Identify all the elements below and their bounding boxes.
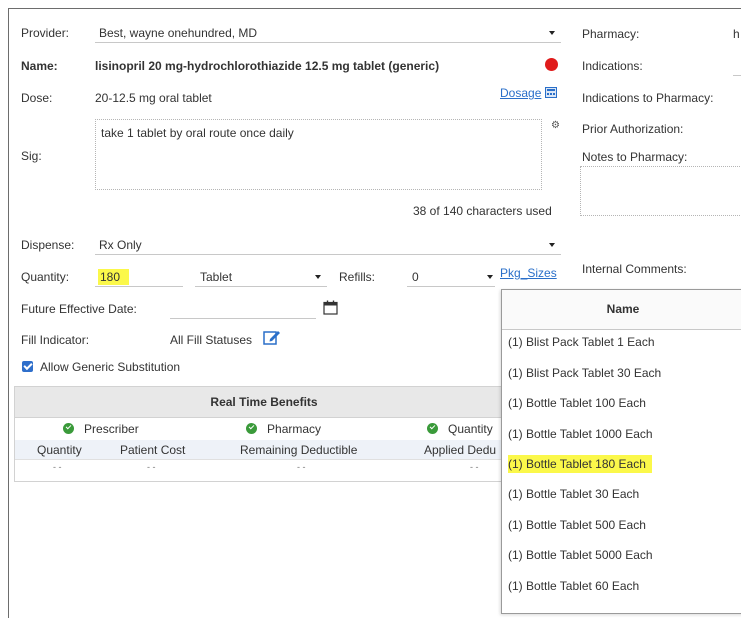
refills-value: 0	[412, 270, 419, 284]
calendar-icon[interactable]	[323, 300, 338, 318]
rtb-source-pharmacy: Pharmacy	[246, 422, 321, 436]
pkg-sizes-link[interactable]: Pkg_Sizes	[500, 266, 557, 280]
provider-dropdown[interactable]: Best, wayne onehundred, MD	[95, 22, 561, 43]
rtb-cell: - -	[53, 462, 62, 472]
rtb-col-header: Applied Dedu	[424, 443, 497, 457]
refills-label: Refills:	[339, 270, 376, 284]
unit-value: Tablet	[200, 270, 233, 284]
chevron-down-icon	[549, 243, 555, 247]
pharmacy-label: Pharmacy:	[582, 27, 640, 41]
check-circle-icon	[427, 423, 438, 434]
calendar-icon-svg	[323, 300, 338, 315]
rtb-data-row: - - - - - - - -	[15, 459, 513, 478]
rtb-col-header: Remaining Deductible	[240, 443, 358, 457]
sig-textarea[interactable]: take 1 tablet by oral route once daily	[95, 119, 542, 190]
fill-indicator-value: All Fill Statuses	[170, 333, 253, 347]
pkg-size-item[interactable]: (1) Bottle Tablet 100 Each	[508, 394, 646, 412]
provider-label: Provider:	[21, 26, 70, 40]
dose-label: Dose:	[21, 91, 53, 105]
notes-to-pharmacy-label: Notes to Pharmacy:	[582, 150, 688, 164]
rtb-cell: - -	[147, 462, 156, 472]
pkg-size-item[interactable]: (1) Bottle Tablet 5000 Each	[508, 546, 653, 564]
dispense-dropdown[interactable]: Rx Only	[95, 234, 561, 255]
dispense-label: Dispense:	[21, 238, 75, 252]
status-dot-icon	[545, 58, 558, 71]
name-label: Name:	[21, 59, 58, 73]
pkg-size-item-selected[interactable]: (1) Bottle Tablet 180 Each	[508, 455, 652, 473]
rtb-cell: - -	[297, 462, 306, 472]
chevron-down-icon	[549, 31, 555, 35]
edit-icon-svg	[263, 331, 280, 345]
unit-dropdown[interactable]: Tablet	[195, 266, 327, 287]
dosage-link-label: Dosage	[500, 86, 542, 100]
rtb-col-header: Patient Cost	[120, 443, 186, 457]
dispense-value: Rx Only	[99, 238, 142, 252]
dosage-link[interactable]: Dosage	[500, 86, 557, 100]
rtb-source-prescriber: Prescriber	[63, 422, 139, 436]
calculator-icon	[544, 87, 557, 98]
pkg-sizes-header: Name	[502, 290, 741, 330]
indications-label: Indications:	[582, 59, 643, 73]
provider-value: Best, wayne onehundred, MD	[99, 26, 258, 40]
generic-substitution-label: Allow Generic Substitution	[40, 360, 181, 374]
rtb-title: Real Time Benefits	[15, 387, 513, 418]
rtb-source-label: Quantity	[448, 422, 493, 436]
rtb-col-header: Quantity	[37, 443, 82, 457]
pkg-size-item[interactable]: (1) Blist Pack Tablet 1 Each	[508, 333, 655, 351]
chevron-down-icon	[487, 275, 493, 279]
rtb-source-label: Pharmacy	[267, 422, 322, 436]
rtb-column-headers: Quantity Patient Cost Remaining Deductib…	[15, 440, 513, 459]
future-date-label: Future Effective Date:	[21, 302, 137, 316]
indications-to-pharmacy-label: Indications to Pharmacy:	[582, 91, 714, 105]
refills-dropdown[interactable]: 0	[407, 266, 495, 287]
pkg-size-item[interactable]: (1) Bottle Tablet 500 Each	[508, 516, 646, 534]
notes-to-pharmacy-textarea[interactable]	[580, 166, 741, 216]
sig-label: Sig:	[21, 149, 42, 163]
character-count: 38 of 140 characters used	[413, 204, 552, 218]
rtb-sources-row: Prescriber Pharmacy Quantity	[15, 418, 513, 440]
internal-comments-label: Internal Comments:	[582, 262, 687, 276]
edit-icon[interactable]	[263, 329, 281, 349]
quantity-label: Quantity:	[21, 270, 70, 284]
real-time-benefits-panel: Real Time Benefits Prescriber Pharmacy Q…	[14, 386, 514, 482]
pkg-size-item[interactable]: (1) Bottle Tablet 1000 Each	[508, 425, 653, 443]
quantity-value: 180	[98, 269, 130, 285]
rtb-source-label: Prescriber	[84, 422, 139, 436]
generic-substitution-checkbox[interactable]	[22, 361, 33, 372]
chevron-down-icon	[315, 275, 321, 279]
gear-icon[interactable]: ⚙	[551, 120, 560, 131]
dose-value: 20-12.5 mg oral tablet	[95, 91, 212, 105]
prior-authorization-label: Prior Authorization:	[582, 122, 684, 136]
fill-indicator-label: Fill Indicator:	[21, 333, 90, 347]
rtb-source-quantity: Quantity	[427, 422, 493, 436]
check-circle-icon	[63, 423, 74, 434]
indications-input[interactable]	[733, 55, 741, 76]
check-circle-icon	[246, 423, 257, 434]
pkg-sizes-popup: Name (1) Blist Pack Tablet 1 Each (1) Bl…	[501, 289, 741, 614]
future-date-input[interactable]	[170, 298, 316, 319]
pkg-size-item[interactable]: (1) Bottle Tablet 30 Each	[508, 485, 639, 503]
pkg-size-item[interactable]: (1) Bottle Tablet 60 Each	[508, 577, 639, 595]
sig-text: take 1 tablet by oral route once daily	[101, 126, 294, 140]
medication-name: lisinopril 20 mg-hydrochlorothiazide 12.…	[95, 59, 440, 73]
rtb-cell: - -	[470, 462, 479, 472]
pharmacy-value: h	[733, 27, 740, 41]
pkg-size-item[interactable]: (1) Blist Pack Tablet 30 Each	[508, 364, 661, 382]
quantity-input[interactable]: 180	[95, 266, 183, 287]
